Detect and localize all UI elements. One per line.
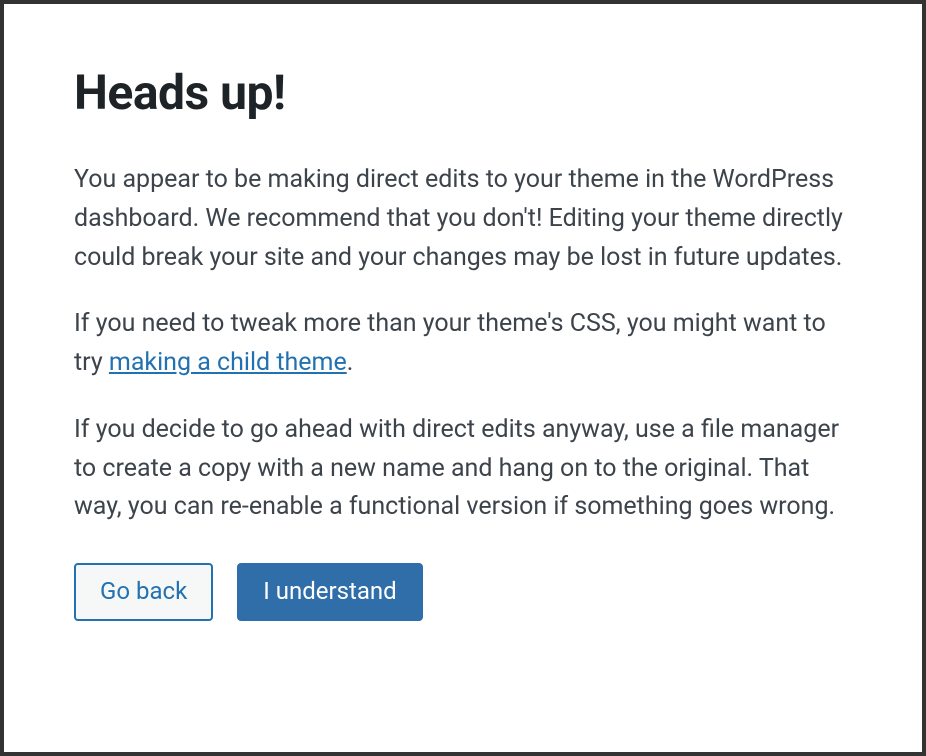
paragraph-2-text-after: . [347, 348, 354, 377]
dialog-paragraph-2: If you need to tweak more than your them… [74, 305, 852, 383]
warning-dialog: Heads up! You appear to be making direct… [74, 64, 852, 621]
go-back-button[interactable]: Go back [74, 563, 213, 621]
dialog-paragraph-3: If you decide to go ahead with direct ed… [74, 411, 852, 527]
dialog-title: Heads up! [74, 64, 852, 121]
dialog-paragraph-1: You appear to be making direct edits to … [74, 161, 852, 277]
child-theme-link[interactable]: making a child theme [109, 348, 347, 377]
dialog-button-row: Go back I understand [74, 563, 852, 621]
i-understand-button[interactable]: I understand [237, 563, 422, 621]
